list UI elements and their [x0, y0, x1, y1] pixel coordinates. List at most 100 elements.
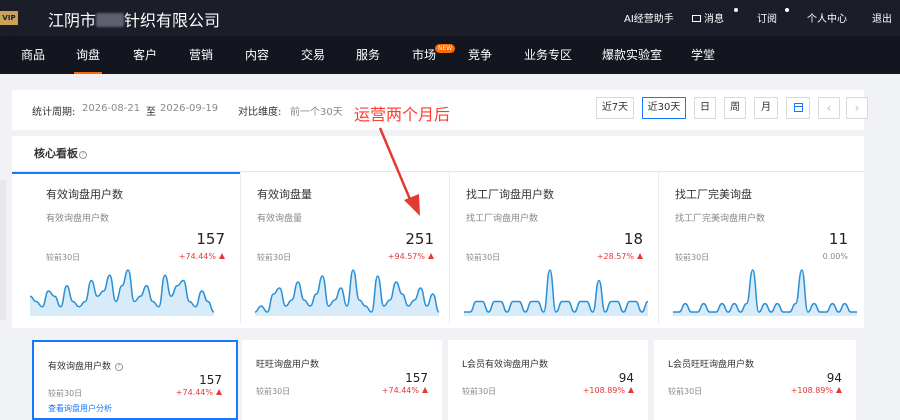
nav-item-inquiry-label: 询盘 [76, 48, 101, 62]
sub-metric-card[interactable]: 旺旺询盘用户数 157 较前30日 +74.44% [242, 340, 442, 420]
arrow-up-icon [836, 387, 842, 393]
nav-item-trade[interactable]: 交易 [301, 36, 325, 74]
start-date[interactable]: 2026-08-21 [82, 103, 140, 114]
sub-metric-change-value: +108.89% [582, 386, 625, 395]
range-week-button[interactable]: 周 [724, 97, 746, 119]
personal-center-link[interactable]: 个人中心 [807, 10, 847, 25]
ai-assistant-link[interactable]: AI经营助手 [624, 10, 674, 25]
metric-title: 有效询盘用户数 [46, 188, 123, 201]
annotation-arrow [378, 127, 420, 216]
nav-item-market[interactable]: 市场 [412, 36, 436, 74]
logout-link[interactable]: 退出 [872, 10, 892, 25]
nav-item-competition[interactable]: 竞争 [468, 36, 492, 74]
sub-metric-card[interactable]: 有效询盘用户数 ? 157 较前30日 +74.44% 查看询盘用户分析 [32, 340, 238, 420]
nav-item-goods[interactable]: 商品 [21, 36, 45, 74]
nav-item-content[interactable]: 内容 [245, 36, 269, 74]
nav-item-service[interactable]: 服务 [356, 36, 380, 74]
sub-metric-change: +74.44% [382, 386, 428, 395]
metric-change-value: +28.57% [596, 252, 634, 261]
sub-metric-title: 有效询盘用户数 ? [48, 359, 123, 372]
active-underline [74, 72, 103, 74]
arrow-up-icon [637, 253, 643, 259]
metric-subtitle: 找工厂完美询盘用户数 [675, 214, 766, 224]
inquiry-user-analysis-link[interactable]: 查看询盘用户分析 [48, 403, 112, 414]
arrow-up-icon [428, 253, 434, 259]
sub-metric-value: 157 [199, 373, 222, 387]
compare-text: 较前30日 [46, 253, 81, 262]
sub-metric-card[interactable]: L会员有效询盘用户数 94 较前30日 +108.89% [448, 340, 648, 420]
nav-item-hit-lab[interactable]: 爆款实验室 [602, 36, 662, 74]
sub-metric-change: +108.89% [583, 386, 634, 395]
compare-text: 较前30日 [257, 253, 292, 262]
nav-item-marketing[interactable]: 营销 [189, 36, 213, 74]
vip-badge: VIP版 [0, 11, 18, 36]
sub-metric-value: 94 [618, 371, 634, 385]
arrow-up-icon [422, 387, 428, 393]
message-label: 消息 [704, 14, 724, 25]
nav-item-academy[interactable]: 学堂 [691, 36, 715, 74]
metric-change: +94.57% [388, 252, 434, 261]
nav-item-business-zone[interactable]: 业务专区 [524, 36, 572, 74]
core-dashboard-title-text: 核心看板 [34, 147, 78, 160]
sub-metric-change: +108.89% [791, 386, 842, 395]
active-indicator [12, 172, 241, 174]
range-30-days-button[interactable]: 近30天 [642, 97, 686, 119]
shop-name-prefix: 江阴市 [48, 11, 97, 30]
annotation-text: 运营两个月后 [354, 105, 451, 124]
compare-text: 较前30日 [668, 387, 703, 396]
sub-metric-title: L会员旺旺询盘用户数 [668, 360, 755, 370]
sparkline-line [464, 269, 648, 313]
side-strip [0, 180, 6, 320]
sub-metric-title: L会员有效询盘用户数 [462, 360, 549, 370]
sparkline [673, 269, 857, 316]
metric-card[interactable]: 找工厂完美询盘 找工厂完美询盘用户数 11 较前30日 0.00% [659, 172, 864, 324]
date-separator: 至 [146, 107, 156, 118]
help-icon[interactable]: ? [79, 151, 87, 159]
chevron-left-icon: ‹ [826, 101, 832, 115]
help-icon[interactable]: ? [114, 363, 123, 371]
end-date[interactable]: 2026-09-19 [160, 103, 218, 114]
metric-change-value: +74.44% [178, 252, 216, 261]
compare-text: 较前30日 [48, 389, 83, 398]
nav-item-inquiry[interactable]: 询盘 [74, 36, 103, 74]
next-period-button[interactable]: › [846, 97, 868, 119]
sub-metric-card[interactable]: L会员旺旺询盘用户数 94 较前30日 +108.89% [654, 340, 856, 420]
range-month-button[interactable]: 月 [754, 97, 778, 119]
arrow-up-icon [216, 389, 222, 395]
metric-change: +74.44% [179, 252, 225, 261]
nav-item-customers[interactable]: 客户 [133, 36, 157, 74]
metric-card[interactable]: 有效询盘用户数 有效询盘用户数 157 较前30日 +74.44% [12, 172, 241, 324]
sub-metric-change-value: +74.44% [381, 386, 419, 395]
redacted-block [96, 13, 125, 27]
sub-metric-title: 旺旺询盘用户数 [256, 360, 320, 370]
mail-icon [692, 15, 701, 22]
metric-card[interactable]: 找工厂询盘用户数 找工厂询盘用户数 18 较前30日 +28.57% [450, 172, 659, 324]
calendar-icon [793, 103, 803, 112]
shop-name: 江阴市 针织有限公司 [48, 7, 220, 31]
metric-title: 找工厂询盘用户数 [466, 188, 554, 201]
calendar-button[interactable] [786, 97, 810, 119]
metric-value: 18 [623, 230, 643, 248]
compare-text: 较前30日 [466, 253, 501, 262]
sub-metric-change-value: +74.44% [175, 388, 213, 397]
metric-change-value: +94.57% [387, 252, 425, 261]
arrow-up-icon [628, 387, 634, 393]
arrow-up-icon [219, 253, 225, 259]
metric-value: 251 [405, 230, 434, 248]
sparkline [464, 269, 648, 316]
sparkline [255, 269, 439, 316]
range-7-days-button[interactable]: 近7天 [596, 97, 634, 119]
prev-period-button[interactable]: ‹ [818, 97, 840, 119]
subscribe-link[interactable]: 订阅 [757, 10, 777, 25]
metric-subtitle: 找工厂询盘用户数 [466, 214, 539, 224]
message-link[interactable]: 消息 [692, 10, 724, 25]
top-header: VIP版 江阴市 针织有限公司 AI经营助手 消息 订阅 个人中心 退出 [0, 0, 900, 36]
compare-label: 对比维度: [238, 107, 282, 118]
metric-change: 0.00% [822, 252, 848, 261]
range-day-button[interactable]: 日 [694, 97, 716, 119]
metric-value: 11 [828, 230, 848, 248]
core-dashboard-title: 核心看板? [34, 145, 87, 161]
compare-text: 较前30日 [675, 253, 710, 262]
sparkline [30, 269, 214, 316]
sparkline-area [255, 270, 439, 316]
